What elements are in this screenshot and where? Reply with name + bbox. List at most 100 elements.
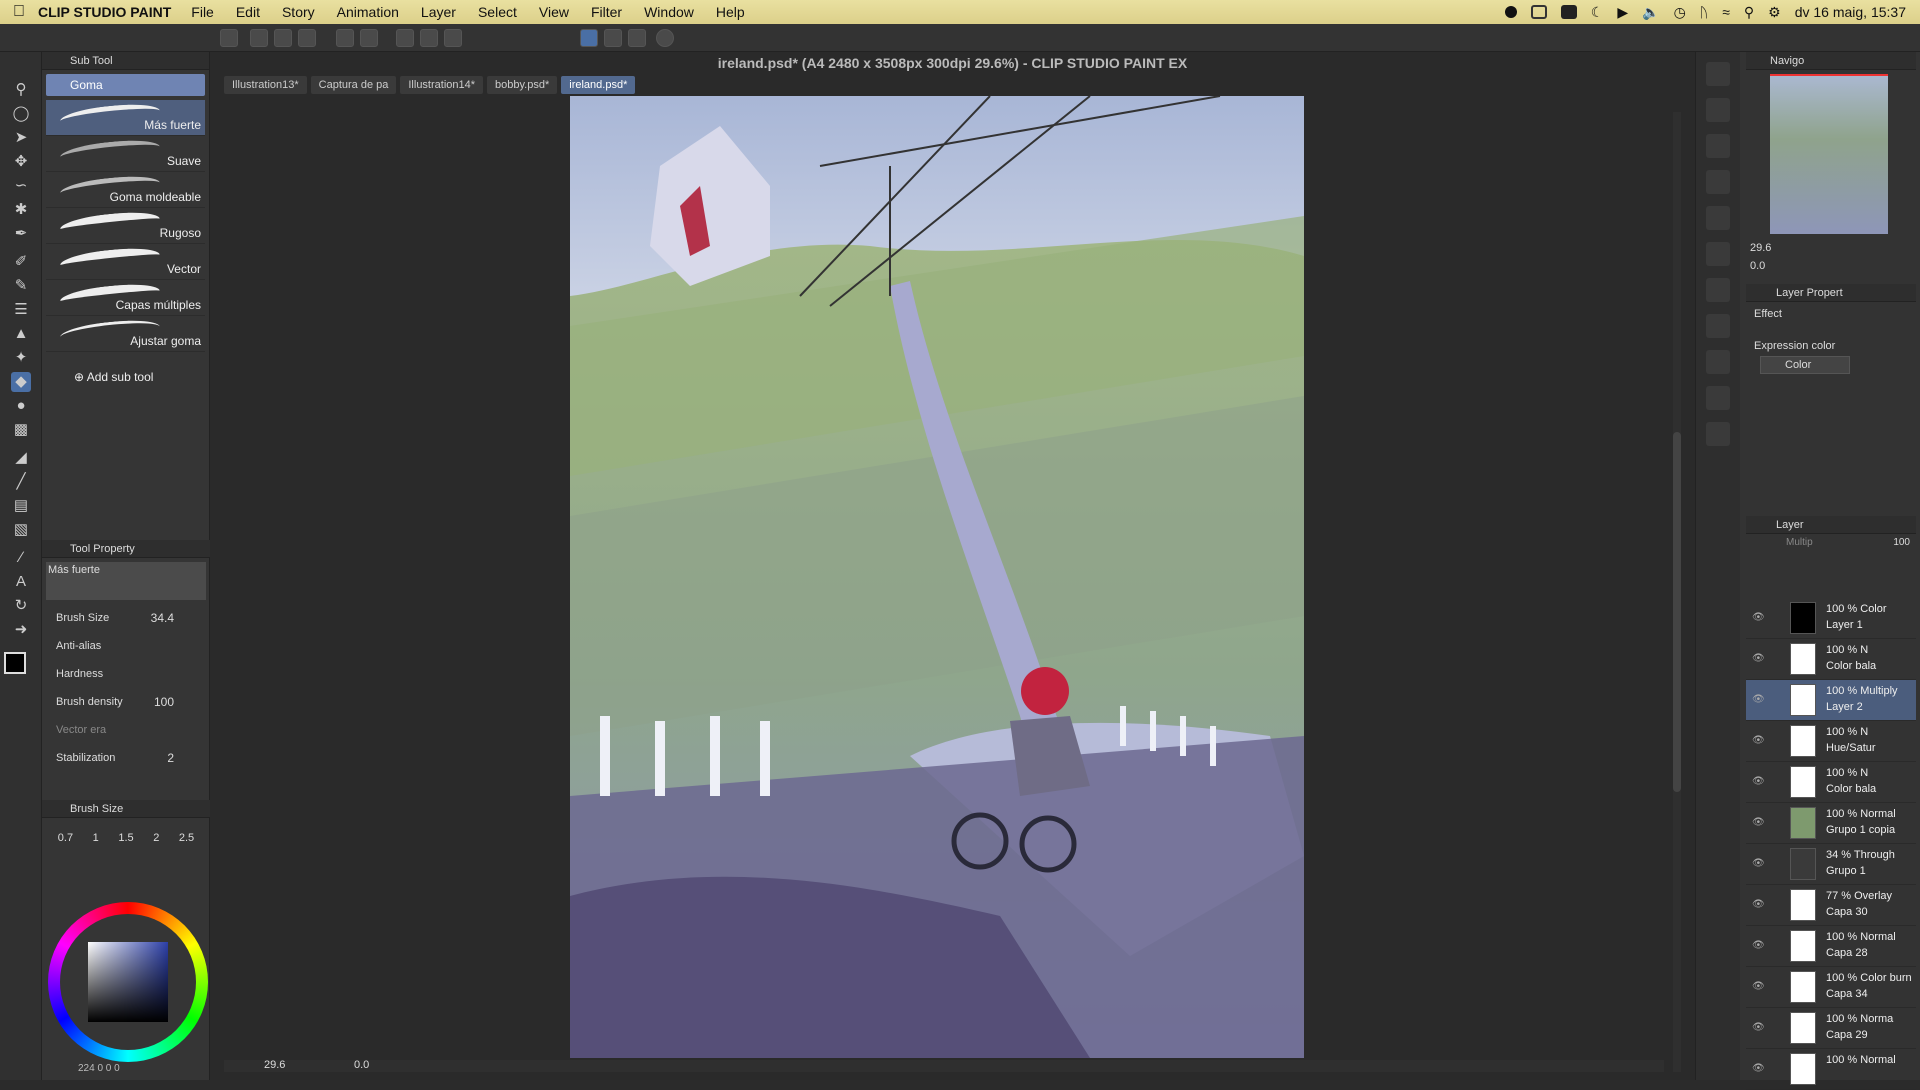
tab-illustration13[interactable]: Illustration13*	[224, 76, 307, 94]
clear-icon[interactable]	[396, 29, 414, 47]
sub-tool-group[interactable]: Goma	[46, 74, 205, 96]
redo-icon[interactable]	[360, 29, 378, 47]
frame-icon[interactable]: ▤	[11, 496, 31, 516]
menu-animation[interactable]: Animation	[337, 4, 399, 20]
figure-icon[interactable]: ╱	[11, 472, 31, 492]
layer-row[interactable]: 👁 100 % Norma Capa 29	[1746, 1008, 1916, 1049]
eye-icon[interactable]: 👁	[1752, 1063, 1765, 1074]
new-icon[interactable]	[250, 29, 268, 47]
menu-window[interactable]: Window	[644, 4, 694, 20]
anti-alias-row[interactable]: Anti-alias	[42, 632, 210, 660]
zoom-icon[interactable]: ⚲	[11, 80, 31, 100]
eye-icon[interactable]: 👁	[1752, 735, 1765, 746]
eye-icon[interactable]: 👁	[1752, 817, 1765, 828]
magic-wand-icon[interactable]: ✱	[11, 200, 31, 220]
app-name-menu[interactable]: CLIP STUDIO PAINT	[38, 4, 171, 20]
layer-row[interactable]: 👁 34 % Through Grupo 1	[1746, 844, 1916, 885]
brush-suave[interactable]: Suave	[46, 136, 205, 172]
layer-row[interactable]: 👁 100 % Color Layer 1	[1746, 598, 1916, 639]
moon-icon[interactable]: ☾	[1591, 4, 1604, 21]
layer-row[interactable]: 👁 100 % N Color bala	[1746, 762, 1916, 803]
zoom-value[interactable]: 29.6	[264, 1059, 285, 1071]
eyedropper-icon[interactable]: ✒	[11, 224, 31, 244]
datetime[interactable]: dv 16 maig, 15:37	[1795, 4, 1906, 20]
menu-help[interactable]: Help	[716, 4, 745, 20]
control-center-icon[interactable]: ⚙	[1768, 4, 1781, 21]
save-icon[interactable]	[298, 29, 316, 47]
eye-icon[interactable]: 👁	[1752, 940, 1765, 951]
selection-icon[interactable]: ∽	[11, 176, 31, 196]
layer-row[interactable]: 👁 100 % Normal Capa 28	[1746, 926, 1916, 967]
navigator-zoom[interactable]: 29.6	[1750, 242, 1771, 254]
color-wheel[interactable]	[48, 902, 208, 1062]
canvas-artwork[interactable]	[570, 96, 1304, 1058]
snap-grid-icon[interactable]	[628, 29, 646, 47]
vertical-scrollbar[interactable]	[1673, 112, 1681, 1072]
cast-icon[interactable]	[1530, 5, 1547, 19]
brush-vector[interactable]: Vector	[46, 244, 205, 280]
snap-special-icon[interactable]	[604, 29, 622, 47]
layer-row[interactable]: 👁 100 % Color burn Capa 34	[1746, 967, 1916, 1008]
help-icon[interactable]	[656, 29, 674, 47]
correct-line-icon[interactable]: ➜	[11, 620, 31, 640]
volume-icon[interactable]: 🔈	[1642, 4, 1659, 21]
decoration-icon[interactable]: ✦	[11, 348, 31, 368]
sub-view-icon[interactable]	[1706, 98, 1730, 122]
operation-icon[interactable]: ➤	[11, 128, 31, 148]
eye-icon[interactable]: 👁	[1752, 1022, 1765, 1033]
layer-row[interactable]: 👁 77 % Overlay Capa 30	[1746, 885, 1916, 926]
close-panel-icon[interactable]	[1706, 170, 1730, 194]
open-icon[interactable]	[274, 29, 292, 47]
brush-mas-fuerte[interactable]: Más fuerte	[46, 100, 205, 136]
brush-icon[interactable]: ☰	[11, 300, 31, 320]
tab-bobby[interactable]: bobby.psd*	[487, 76, 558, 94]
pencil-icon[interactable]: ✎	[11, 276, 31, 296]
move-icon[interactable]: ✥	[11, 152, 31, 172]
stabilization-value[interactable]: 2	[167, 751, 174, 765]
layer-row[interactable]: 👁 100 % Normal Grupo 1 copia	[1746, 803, 1916, 844]
menu-edit[interactable]: Edit	[236, 4, 260, 20]
brush-rugoso[interactable]: Rugoso	[46, 208, 205, 244]
menu-file[interactable]: File	[191, 4, 214, 20]
new-file-icon[interactable]	[220, 29, 238, 47]
record-icon[interactable]	[1504, 6, 1517, 18]
brush-goma-moldeable[interactable]: Goma moldeable	[46, 172, 205, 208]
navigator-thumbnail[interactable]	[1770, 74, 1888, 234]
brush-size-value[interactable]: 34.4	[151, 611, 174, 625]
eye-icon[interactable]: 👁	[1752, 612, 1765, 623]
transform-icon[interactable]	[444, 29, 462, 47]
search-icon[interactable]: ⚲	[1744, 4, 1754, 21]
animation-icon[interactable]	[1706, 314, 1730, 338]
size-preset[interactable]: 2	[153, 832, 159, 844]
ruler-icon[interactable]: ▧	[11, 520, 31, 540]
blend-icon[interactable]: ●	[11, 396, 31, 416]
play-icon[interactable]: ▶	[1617, 4, 1628, 21]
horizontal-scrollbar[interactable]: 29.6 0.0	[224, 1059, 1664, 1072]
gradient-icon[interactable]: ◢	[11, 448, 31, 468]
undo-icon[interactable]	[336, 29, 354, 47]
size-preset[interactable]: 1.5	[118, 832, 133, 844]
layer-opacity[interactable]: 100	[1893, 537, 1910, 548]
size-preset[interactable]: 1	[93, 832, 99, 844]
keyboard-icon[interactable]	[1560, 5, 1577, 19]
stabilization-row[interactable]: Stabilization 2	[42, 744, 210, 772]
tab-ireland[interactable]: ireland.psd*	[561, 76, 636, 94]
pen-icon[interactable]: ✐	[11, 252, 31, 272]
material-icon[interactable]	[1706, 134, 1730, 158]
density-row[interactable]: Brush density 100	[42, 688, 210, 716]
text-icon[interactable]: A	[11, 572, 31, 592]
add-sub-tool-button[interactable]: ⊕ Add sub tool	[74, 370, 209, 384]
brush-size-row[interactable]: Brush Size 34.4	[42, 604, 210, 632]
apple-icon[interactable]: 	[0, 3, 38, 21]
color-square[interactable]	[88, 942, 168, 1022]
brush-ajustar-goma[interactable]: Ajustar goma	[46, 316, 205, 352]
tab-illustration14[interactable]: Illustration14*	[400, 76, 484, 94]
layer-row[interactable]: 👁 100 % Multiply Layer 2	[1746, 680, 1916, 721]
auto-action-icon[interactable]	[1706, 278, 1730, 302]
history-icon[interactable]	[1706, 242, 1730, 266]
menu-view[interactable]: View	[539, 4, 569, 20]
wifi-icon[interactable]: ≈	[1722, 4, 1730, 20]
hardness-row[interactable]: Hardness	[42, 660, 210, 688]
airbrush-icon[interactable]: ▲	[11, 324, 31, 344]
layer-row[interactable]: 👁 100 % Normal	[1746, 1049, 1916, 1090]
